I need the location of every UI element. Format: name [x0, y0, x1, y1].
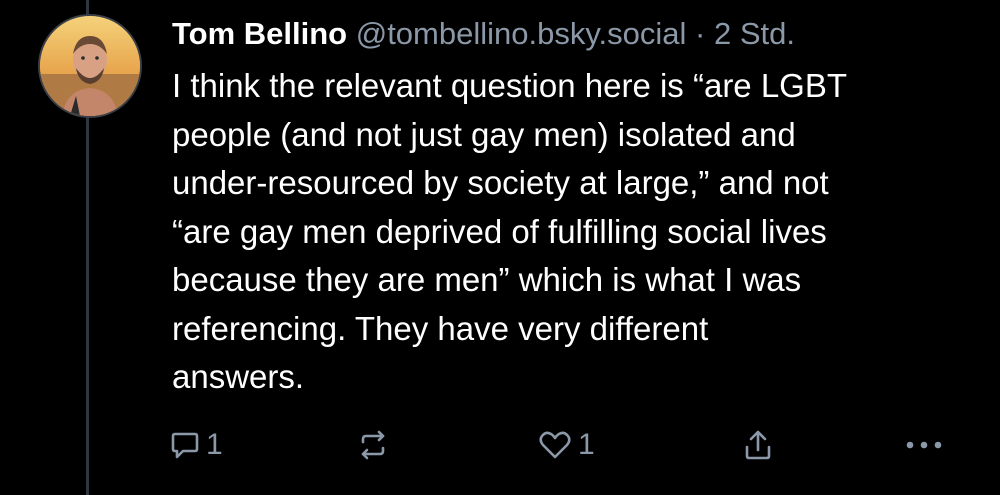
avatar[interactable] — [38, 14, 142, 118]
speech-bubble-icon — [170, 430, 200, 460]
post-header: Tom Bellino @tombellino.bsky.social · 2 … — [172, 12, 795, 56]
heart-icon — [538, 429, 572, 461]
repost-arrows-icon — [356, 428, 390, 462]
post-text: I think the relevant question here is “a… — [172, 67, 848, 395]
post-actions: 1 1 — [0, 420, 1000, 470]
like-count: 1 — [578, 428, 595, 461]
avatar-photo — [40, 16, 140, 116]
author-name[interactable]: Tom Bellino — [172, 16, 347, 51]
more-options-button[interactable] — [904, 420, 944, 470]
reply-count: 1 — [206, 428, 223, 461]
ellipsis-icon — [904, 440, 944, 450]
like-button[interactable]: 1 — [538, 420, 595, 470]
reply-button[interactable]: 1 — [170, 420, 223, 470]
share-button[interactable] — [742, 420, 774, 470]
share-upload-icon — [742, 428, 774, 462]
repost-button[interactable] — [356, 420, 390, 470]
post-timestamp[interactable]: 2 Std. — [714, 16, 795, 51]
separator-dot: · — [695, 16, 706, 51]
author-handle[interactable]: @tombellino.bsky.social — [356, 16, 687, 51]
